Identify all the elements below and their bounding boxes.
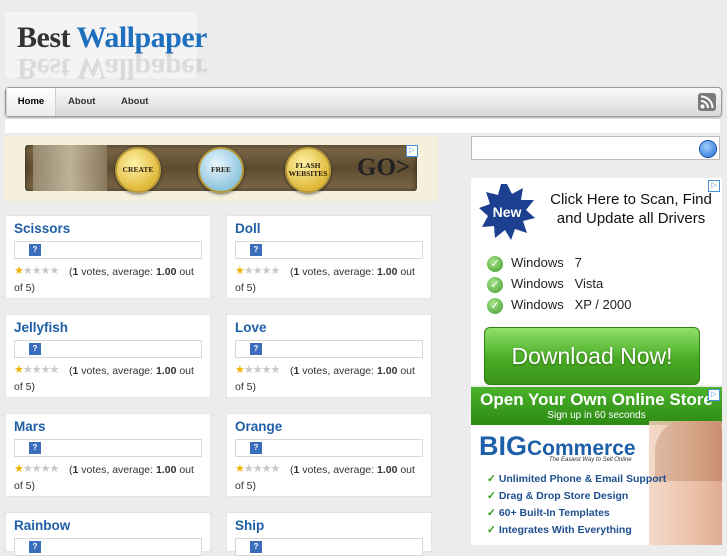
thumbnail[interactable]: ?: [235, 538, 423, 556]
ad2-bullet: ✓ Unlimited Phone & Email Support: [487, 473, 667, 485]
row-label: Windows XP / 2000: [511, 297, 632, 312]
card-title-link[interactable]: Ship: [235, 518, 264, 533]
thumbnail[interactable]: ?: [14, 340, 202, 358]
thumbnail[interactable]: ?: [235, 241, 423, 259]
broken-image-icon: ?: [29, 244, 41, 256]
card-title-link[interactable]: Love: [235, 320, 267, 335]
windows-xp-row: ✓ Windows XP / 2000: [487, 297, 687, 314]
go-arrow-text: GO>: [357, 154, 411, 181]
nav-about-2[interactable]: About: [121, 88, 148, 116]
rating-text: (1 votes, average: 1.00 out of 5): [235, 365, 415, 393]
windows-vista-row: ✓ Windows Vista: [487, 276, 687, 293]
thumbnail[interactable]: ?: [235, 340, 423, 358]
logo-reflection: Best Wallpaper: [17, 52, 207, 85]
thumbnail[interactable]: ?: [14, 538, 202, 556]
main-nav: Home About About: [5, 87, 722, 117]
broken-image-icon: ?: [250, 343, 262, 355]
bigcommerce-tagline: The Easiest Way to Sell Online: [549, 457, 632, 463]
rss-icon[interactable]: [698, 93, 716, 111]
flash-websites-badge: FLASH WEBSITES: [285, 147, 331, 193]
wallpaper-card: Orange ? ★★★★★ (1 votes, average: 1.00 o…: [226, 413, 432, 497]
site-logo[interactable]: Best Wallpaper Best Wallpaper: [5, 12, 207, 85]
ad2-bullet: ✓ Integrates With Everything: [487, 524, 632, 536]
broken-image-icon: ?: [29, 442, 41, 454]
card-title-link[interactable]: Orange: [235, 419, 282, 434]
search-icon[interactable]: [700, 141, 716, 157]
broken-image-icon: ?: [29, 343, 41, 355]
adchoices-icon[interactable]: ▷: [708, 389, 720, 401]
wallpaper-card: Love ? ★★★★★ (1 votes, average: 1.00 out…: [226, 314, 432, 398]
row-label: Windows 7: [511, 255, 582, 270]
row-label: Windows Vista: [511, 276, 604, 291]
adchoices-icon[interactable]: ▷: [406, 145, 418, 157]
wallpaper-card: Rainbow ?: [5, 512, 211, 556]
bigcommerce-ad[interactable]: Open Your Own Online Store Sign up in 60…: [471, 387, 722, 545]
rating-text: (1 votes, average: 1.00 out of 5): [14, 365, 194, 393]
card-title-link[interactable]: Scissors: [14, 221, 70, 236]
logo-word-best: Best: [17, 21, 71, 54]
check-icon: ✓: [487, 297, 503, 314]
banner-portrait-image: [33, 145, 107, 191]
search-input[interactable]: [471, 136, 720, 160]
banner-board: CREATE FREE FLASH WEBSITES GO>: [25, 145, 417, 193]
ad2-headline: Open Your Own Online Store: [480, 390, 713, 409]
broken-image-icon: ?: [250, 442, 262, 454]
broken-image-icon: ?: [29, 541, 41, 553]
wallpaper-card: Jellyfish ? ★★★★★ (1 votes, average: 1.0…: [5, 314, 211, 398]
check-icon: ✓: [487, 276, 503, 293]
adchoices-icon[interactable]: ▷: [708, 180, 720, 192]
rating-text: (1 votes, average: 1.00 out of 5): [14, 464, 194, 492]
wallpaper-card: Ship ?: [226, 512, 432, 556]
new-starburst-icon: New: [479, 184, 535, 240]
wallpaper-card: Mars ? ★★★★★ (1 votes, average: 1.00 out…: [5, 413, 211, 497]
logo-word-wallpaper: Wallpaper: [76, 21, 207, 54]
banner-ad[interactable]: CREATE FREE FLASH WEBSITES GO> ▷: [5, 136, 438, 201]
download-now-button[interactable]: Download Now!: [484, 327, 700, 385]
thumbnail[interactable]: ?: [14, 241, 202, 259]
ad-headline: Click Here to Scan, Find and Update all …: [550, 191, 712, 227]
new-badge-text: New: [493, 204, 522, 220]
card-title-link[interactable]: Jellyfish: [14, 320, 68, 335]
card-title-link[interactable]: Rainbow: [14, 518, 70, 533]
wallpaper-card: Scissors ? ★★★★★ (1 votes, average: 1.00…: [5, 215, 211, 299]
create-badge: CREATE: [115, 147, 161, 193]
wallpaper-card: Doll ? ★★★★★ (1 votes, average: 1.00 out…: [226, 215, 432, 299]
driver-update-ad[interactable]: New Click Here to Scan, Find and Update …: [471, 178, 722, 385]
windows-7-row: ✓ Windows 7: [487, 255, 687, 272]
ad2-bullet: ✓ Drag & Drop Store Design: [487, 490, 629, 502]
nav-about-1[interactable]: About: [68, 88, 95, 116]
sub-nav-strip: [5, 119, 720, 133]
card-title-link[interactable]: Doll: [235, 221, 261, 236]
broken-image-icon: ?: [250, 244, 262, 256]
logo-text: Best Wallpaper: [17, 21, 207, 55]
rating-text: (1 votes, average: 1.00 out of 5): [14, 266, 194, 294]
thumbnail[interactable]: ?: [235, 439, 423, 457]
free-badge: FREE: [198, 147, 244, 193]
ad2-header: Open Your Own Online Store Sign up in 60…: [471, 387, 722, 425]
rating-text: (1 votes, average: 1.00 out of 5): [235, 266, 415, 294]
card-title-link[interactable]: Mars: [14, 419, 46, 434]
thumbnail[interactable]: ?: [14, 439, 202, 457]
nav-home[interactable]: Home: [6, 88, 56, 116]
broken-image-icon: ?: [250, 541, 262, 553]
check-icon: ✓: [487, 255, 503, 272]
rating-text: (1 votes, average: 1.00 out of 5): [235, 464, 415, 492]
ad2-bullet: ✓ 60+ Built-In Templates: [487, 507, 610, 519]
